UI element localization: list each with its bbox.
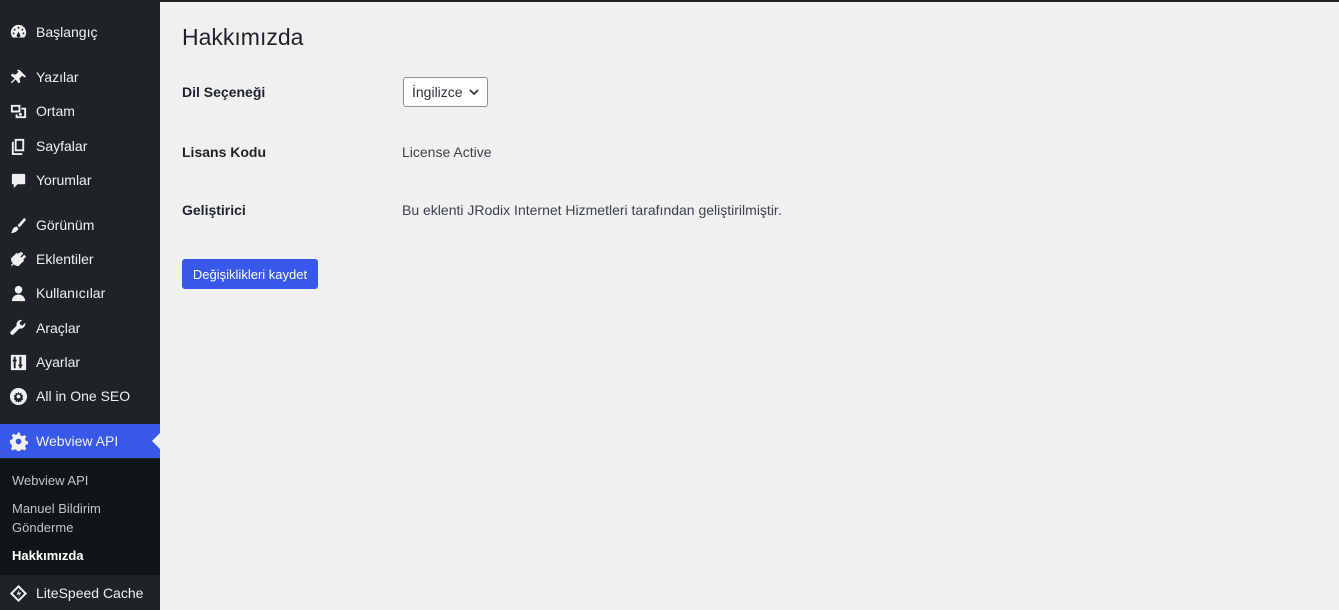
sidebar-item-label: Görünüm (36, 217, 95, 233)
admin-sidebar: Başlangıç Yazılar Ortam Sayfalar Yorumla… (0, 2, 160, 610)
main-content: Hakkımızda Dil Seçeneği İngilizce Lisans… (160, 2, 1339, 610)
sidebar-item-label: Webview API (36, 433, 119, 449)
aioseo-icon (0, 379, 36, 413)
sidebar-item-label: Kullanıcılar (36, 285, 106, 301)
sidebar-item-settings[interactable]: Ayarlar (0, 345, 160, 379)
license-value: License Active (402, 144, 492, 160)
webview-api-submenu: Webview API Manuel Bildirim Gönderme Hak… (0, 459, 160, 575)
submenu-item-manual-notification[interactable]: Manuel Bildirim Gönderme (12, 499, 152, 537)
sidebar-item-litespeed-cache[interactable]: LiteSpeed Cache (0, 576, 160, 610)
language-label: Dil Seçeneği (182, 84, 266, 100)
pages-icon (0, 129, 36, 163)
language-select-value: İngilizce (412, 84, 463, 100)
sidebar-item-tools[interactable]: Araçlar (0, 311, 160, 345)
user-icon (0, 276, 36, 310)
wrench-icon (0, 311, 36, 345)
license-label: Lisans Kodu (182, 144, 267, 160)
sidebar-item-media[interactable]: Ortam (0, 94, 160, 128)
developer-label: Geliştirici (182, 202, 246, 218)
sidebar-item-label: Yorumlar (36, 172, 92, 188)
sidebar-item-label: Başlangıç (36, 24, 98, 40)
sidebar-item-appearance[interactable]: Görünüm (0, 208, 160, 242)
save-changes-button[interactable]: Değişiklikleri kaydet (182, 259, 318, 289)
sidebar-item-label: Araçlar (36, 320, 81, 336)
sidebar-item-label: Ayarlar (36, 354, 81, 370)
sidebar-item-label: Eklentiler (36, 251, 94, 267)
plugin-icon (0, 242, 36, 276)
dashboard-icon (0, 15, 36, 49)
sidebar-item-aioseo[interactable]: All in One SEO (0, 379, 160, 413)
language-select[interactable]: İngilizce (403, 77, 488, 107)
media-icon (0, 94, 36, 128)
submenu-item-about[interactable]: Hakkımızda (12, 546, 152, 565)
comment-icon (0, 163, 36, 197)
sidebar-item-plugins[interactable]: Eklentiler (0, 242, 160, 276)
gear-icon (0, 424, 36, 458)
submenu-item-webview-api[interactable]: Webview API (12, 471, 152, 490)
sidebar-item-label: Sayfalar (36, 138, 88, 154)
settings-sliders-icon (0, 345, 36, 379)
sidebar-item-label: All in One SEO (36, 388, 131, 404)
sidebar-item-label: Yazılar (36, 69, 79, 85)
sidebar-item-users[interactable]: Kullanıcılar (0, 276, 160, 310)
pin-icon (0, 60, 36, 94)
litespeed-icon (0, 576, 36, 610)
sidebar-item-pages[interactable]: Sayfalar (0, 129, 160, 163)
developer-value: Bu eklenti JRodix Internet Hizmetleri ta… (402, 202, 782, 218)
sidebar-item-webview-api[interactable]: Webview API (0, 424, 160, 458)
sidebar-item-label: LiteSpeed Cache (36, 585, 144, 601)
sidebar-item-label: Ortam (36, 103, 75, 119)
sidebar-item-comments[interactable]: Yorumlar (0, 163, 160, 197)
sidebar-item-dashboard[interactable]: Başlangıç (0, 15, 160, 49)
sidebar-item-posts[interactable]: Yazılar (0, 60, 160, 94)
chevron-down-icon (469, 89, 479, 96)
brush-icon (0, 208, 36, 242)
page-title: Hakkımızda (182, 24, 304, 50)
